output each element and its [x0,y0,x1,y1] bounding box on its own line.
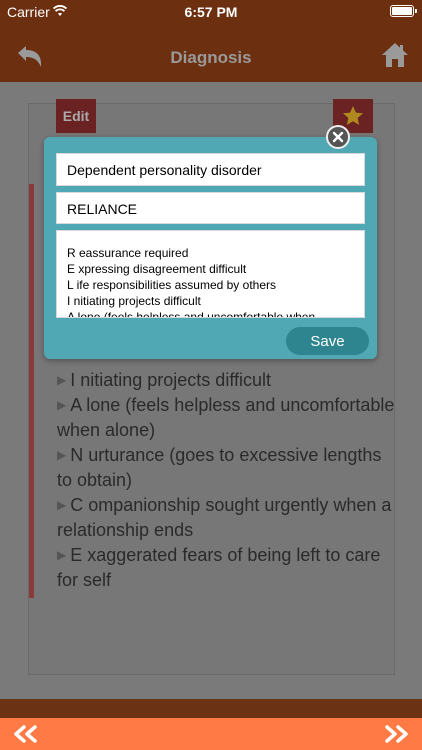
description-textarea[interactable]: R eassurance required E xpressing disagr… [56,230,365,318]
mnemonic-list: ▶ I nitiating projects difficult ▶ A lone … [57,368,397,593]
status-bar: Carrier 6:57 PM [0,0,422,24]
double-chevron-right-icon[interactable] [382,725,410,743]
list-item: ▶ I nitiating projects difficult [57,370,272,390]
list-item: ▶ E xaggerated fears of being left to car… [57,545,381,590]
bullet-arrow-icon: ▶ [57,498,67,512]
textarea-line: A lone (feels helpless and uncomfortable… [67,310,316,318]
bullet-arrow-icon: ▶ [57,398,67,412]
home-icon[interactable] [380,40,410,70]
navigation-bar: Diagnosis [0,24,422,82]
list-item: ▶ A lone (feels helpless and uncomfortabl… [57,395,395,440]
textarea-line: L ife responsibilities assumed by others [67,278,276,292]
page-title: Diagnosis [170,48,252,67]
bottom-divider [0,699,422,718]
textarea-line: R eassurance required [67,246,189,260]
battery-icon [390,5,417,17]
save-button[interactable]: Save [286,327,369,355]
list-item: ▶ C ompanionship sought urgently when a r… [57,495,392,540]
textarea-line: E xpressing disagreement difficult [67,262,247,276]
card-accent-bar [29,184,34,598]
close-button[interactable] [326,125,350,149]
list-item: ▶ N urturance (goes to excessive lengths … [57,445,382,490]
textarea-line: I nitiating projects difficult [67,294,201,308]
bullet-arrow-icon: ▶ [57,548,67,562]
title-input[interactable]: Dependent personality disorder [56,153,365,186]
edit-button[interactable]: Edit [56,99,96,133]
edit-modal: Dependent personality disorder RELIANCE … [44,137,377,359]
bullet-arrow-icon: ▶ [57,448,67,462]
clock: 6:57 PM [184,4,238,20]
mnemonic-input[interactable]: RELIANCE [56,192,365,224]
star-icon [343,106,363,125]
double-chevron-left-icon[interactable] [12,725,40,743]
bottom-navigation-bar [0,718,422,750]
close-icon [332,131,344,143]
bullet-arrow-icon: ▶ [57,373,67,387]
